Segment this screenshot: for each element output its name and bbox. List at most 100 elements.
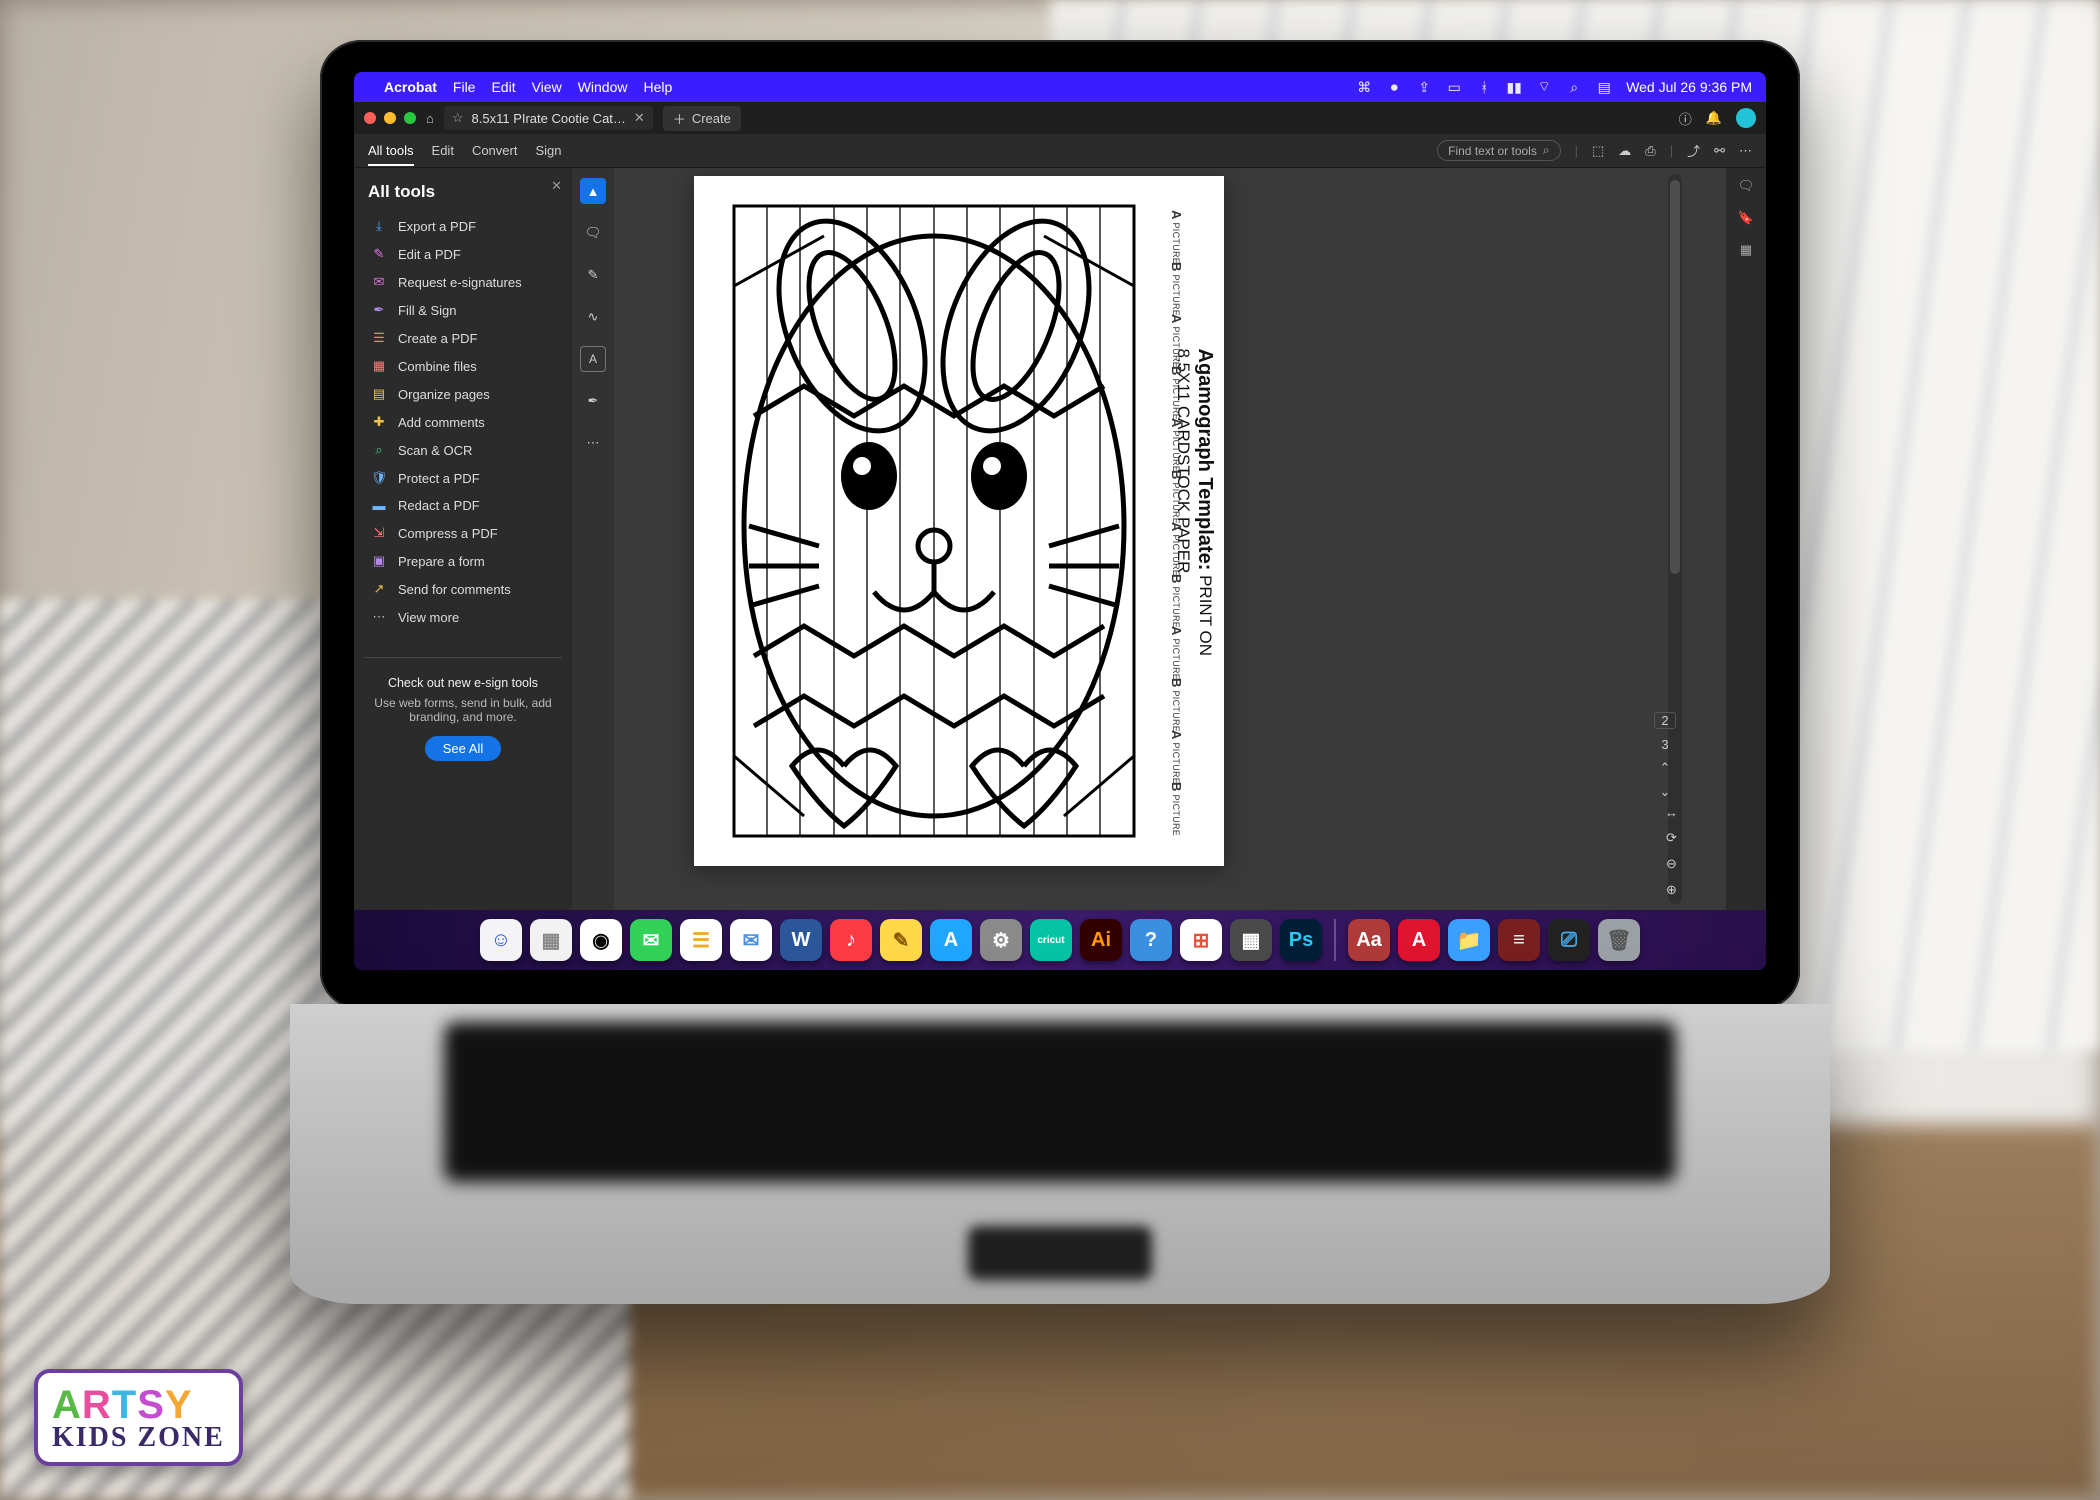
share-icon[interactable]: ⤴: [1687, 141, 1700, 160]
column-label: B PICTURE: [1169, 366, 1184, 420]
bluetooth-icon[interactable]: ᚼ: [1476, 79, 1492, 95]
scrollbar-thumb[interactable]: [1670, 180, 1680, 574]
see-all-button[interactable]: See All: [425, 736, 501, 761]
tab-edit[interactable]: Edit: [432, 143, 454, 158]
dock-app[interactable]: Ai: [1080, 919, 1122, 961]
menu-view[interactable]: View: [532, 79, 562, 95]
search-icon[interactable]: ⌕: [1566, 79, 1582, 95]
tool-create-a-pdf[interactable]: ☰Create a PDF: [364, 324, 562, 352]
tab-all-tools[interactable]: All tools: [368, 143, 414, 166]
record-icon[interactable]: ⏺: [1386, 79, 1402, 95]
airdrop-icon[interactable]: ⇪: [1416, 79, 1432, 95]
save-icon[interactable]: ⬚: [1592, 143, 1604, 159]
document-tab[interactable]: ☆ 8.5x11 PIrate Cootie Cat… ✕: [444, 106, 653, 130]
search-input[interactable]: Find text or tools ⌕: [1437, 140, 1560, 161]
bell-icon[interactable]: 🔔: [1706, 110, 1722, 126]
dock-app[interactable]: ✎: [880, 919, 922, 961]
create-button[interactable]: ＋ Create: [663, 106, 741, 131]
help-icon[interactable]: ⓘ: [1679, 109, 1692, 128]
menu-help[interactable]: Help: [643, 79, 672, 95]
tool-compress-a-pdf[interactable]: ⇲Compress a PDF: [364, 519, 562, 547]
tab-convert[interactable]: Convert: [472, 143, 518, 158]
dock-app[interactable]: ✉: [730, 919, 772, 961]
dock-app[interactable]: W: [780, 919, 822, 961]
fit-width-icon[interactable]: ↔: [1665, 805, 1678, 820]
print-icon[interactable]: ⎙: [1645, 143, 1655, 159]
dock-app[interactable]: A: [1398, 919, 1440, 961]
dock-app[interactable]: ⚙: [980, 919, 1022, 961]
tool-edit-a-pdf[interactable]: ✎Edit a PDF: [364, 240, 562, 268]
tool-fill-sign[interactable]: ✒Fill & Sign: [364, 296, 562, 324]
rotate-icon[interactable]: ⟳: [1666, 830, 1677, 846]
dock-app[interactable]: Ps: [1280, 919, 1322, 961]
text-tool-icon[interactable]: A: [580, 346, 606, 372]
page-down-icon[interactable]: ⌄: [1660, 784, 1671, 800]
menu-file[interactable]: File: [453, 79, 476, 95]
display-icon[interactable]: ▭: [1446, 79, 1462, 95]
cloud-icon[interactable]: ☁: [1618, 143, 1631, 159]
tool-export-a-pdf[interactable]: ⤓Export a PDF: [364, 212, 562, 240]
bookmarks-panel-icon[interactable]: 🔖: [1738, 210, 1754, 226]
flower-icon[interactable]: ⌘: [1356, 79, 1372, 95]
dock-app[interactable]: 🗑: [1598, 919, 1640, 961]
battery-icon[interactable]: ▮▮: [1506, 79, 1522, 95]
close-tab-icon[interactable]: ✕: [634, 110, 645, 126]
dock-app[interactable]: ✉: [630, 919, 672, 961]
link-icon[interactable]: ⚯: [1714, 143, 1725, 159]
dock-app[interactable]: ◉: [580, 919, 622, 961]
select-tool-icon[interactable]: ▲: [580, 178, 606, 204]
document-canvas[interactable]: Agamograph Template: PRINT ON 8.5X11 CAR…: [614, 168, 1726, 910]
app-name[interactable]: Acrobat: [384, 79, 437, 95]
dock-app[interactable]: ▦: [530, 919, 572, 961]
tool-send-for-comments[interactable]: ↗Send for comments: [364, 575, 562, 603]
traffic-lights[interactable]: [364, 112, 416, 124]
dock-app[interactable]: ☺: [480, 919, 522, 961]
zoom-in-icon[interactable]: ⊕: [1666, 882, 1677, 898]
tab-sign[interactable]: Sign: [535, 143, 561, 158]
menu-edit[interactable]: Edit: [491, 79, 515, 95]
tool-add-comments[interactable]: ✚Add comments: [364, 408, 562, 436]
tool-combine-files[interactable]: ▦Combine files: [364, 352, 562, 380]
tool-request-e-signatures[interactable]: ✉Request e-signatures: [364, 268, 562, 296]
zoom-out-icon[interactable]: ⊖: [1666, 856, 1677, 872]
tool-organize-pages[interactable]: ▤Organize pages: [364, 380, 562, 408]
draw-tool-icon[interactable]: ∿: [580, 304, 606, 330]
macos-menubar: Acrobat File Edit View Window Help ⌘ ⏺ ⇪…: [354, 72, 1766, 102]
dock-app[interactable]: ▦: [1230, 919, 1272, 961]
dock-app[interactable]: A: [930, 919, 972, 961]
dock-app[interactable]: 📁: [1448, 919, 1490, 961]
tool-view-more[interactable]: ⋯View more: [364, 603, 562, 631]
more-icon[interactable]: ⋯: [1739, 143, 1752, 159]
thumbnails-panel-icon[interactable]: ▦: [1740, 242, 1752, 258]
dock-app[interactable]: cricut: [1030, 919, 1072, 961]
more-tools-icon[interactable]: ⋯: [580, 430, 606, 456]
tool-redact-a-pdf[interactable]: ▬Redact a PDF: [364, 492, 562, 519]
tool-protect-a-pdf[interactable]: 🛡Protect a PDF: [364, 464, 562, 492]
clock[interactable]: Wed Jul 26 9:36 PM: [1626, 79, 1752, 95]
artsy-kids-zone-logo: ARTSY KIDS ZONE: [34, 1369, 243, 1466]
dock-app[interactable]: Aa: [1348, 919, 1390, 961]
highlight-tool-icon[interactable]: ✎: [580, 262, 606, 288]
dock-app[interactable]: ≡: [1498, 919, 1540, 961]
close-panel-icon[interactable]: ✕: [551, 178, 562, 194]
column-label: B PICTURE: [1169, 678, 1184, 732]
dock-app[interactable]: ?: [1130, 919, 1172, 961]
tool-prepare-a-form[interactable]: ▣Prepare a form: [364, 547, 562, 575]
control-center-icon[interactable]: ▤: [1596, 79, 1612, 95]
comment-tool-icon[interactable]: 🗨: [580, 220, 606, 246]
tool-scan-ocr[interactable]: ⌕Scan & OCR: [364, 436, 562, 464]
page-up-icon[interactable]: ⌃: [1660, 760, 1671, 776]
current-page[interactable]: 2: [1654, 712, 1676, 729]
signature-tool-icon[interactable]: ✒: [580, 388, 606, 414]
home-icon[interactable]: ⌂: [426, 111, 434, 126]
menu-window[interactable]: Window: [578, 79, 628, 95]
comments-panel-icon[interactable]: 🗨: [1738, 178, 1755, 194]
dock-app[interactable]: ⊞: [1180, 919, 1222, 961]
star-icon[interactable]: ☆: [452, 110, 464, 126]
account-avatar[interactable]: [1736, 108, 1756, 128]
dock-app[interactable]: ⎚: [1548, 919, 1590, 961]
dock-app[interactable]: ☰: [680, 919, 722, 961]
wifi-icon[interactable]: ⌔: [1536, 79, 1552, 95]
dock-app[interactable]: ♪: [830, 919, 872, 961]
macos-dock[interactable]: ☺▦◉✉☰✉W♪✎A⚙cricutAi?⊞▦PsAaA📁≡⎚🗑: [354, 910, 1766, 970]
